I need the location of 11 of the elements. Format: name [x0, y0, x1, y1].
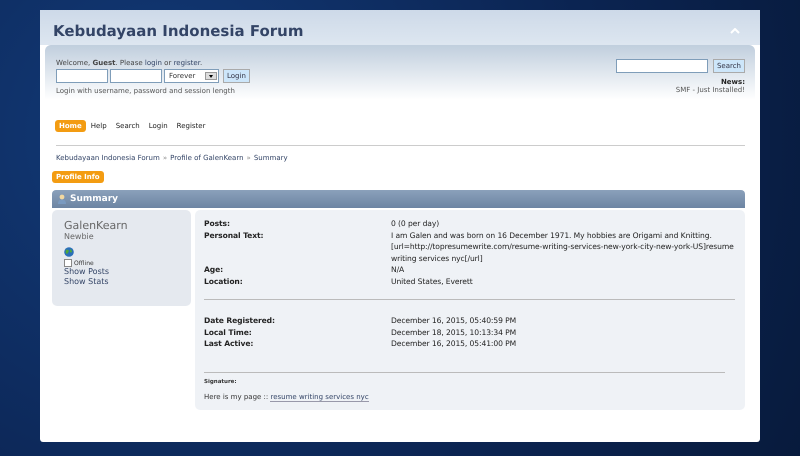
globe-icon [64, 247, 74, 257]
member-group: Newbie [64, 232, 94, 241]
profile-link[interactable]: Show Posts [64, 267, 110, 277]
username-field[interactable] [56, 69, 108, 83]
forum-title: Kebudayaan Indonesia Forum [53, 22, 304, 40]
section-title: Summary [70, 194, 118, 204]
profile-link[interactable]: Show Stats [64, 277, 109, 287]
user-icon [57, 194, 67, 204]
password-field[interactable] [110, 69, 162, 83]
search-field[interactable] [616, 59, 708, 73]
username: GalenKearn [64, 219, 128, 232]
